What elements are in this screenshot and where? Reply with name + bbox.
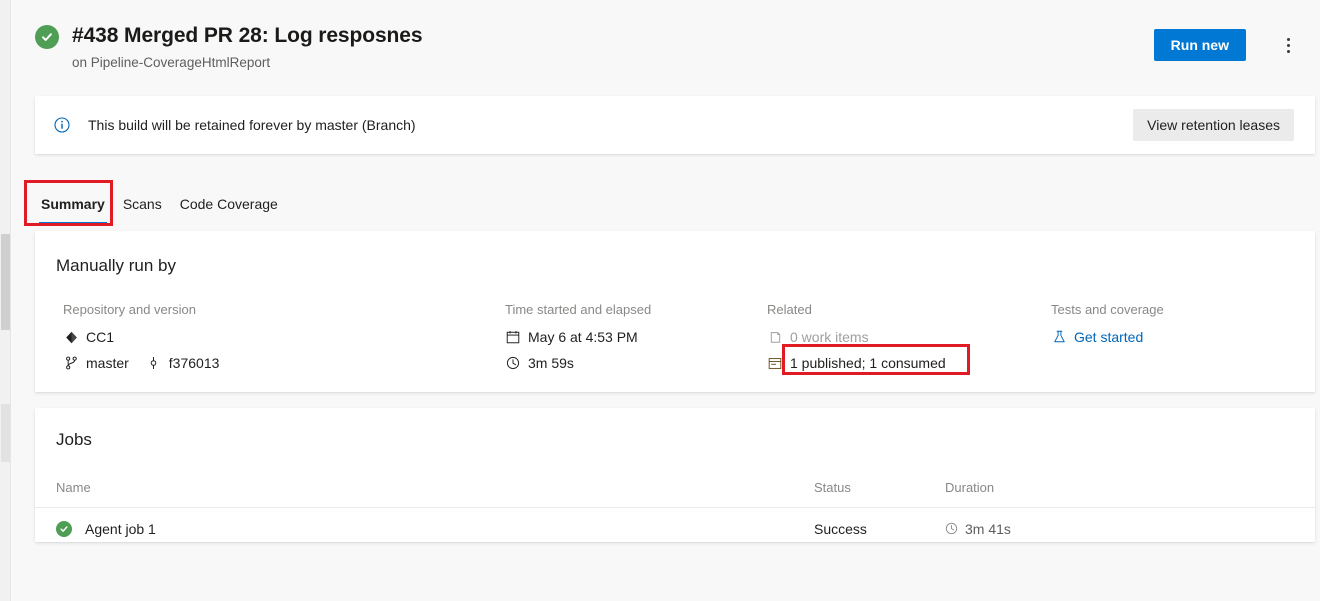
repository-name: CC1: [86, 325, 114, 349]
beaker-icon: [1051, 329, 1067, 345]
tests-column-label: Tests and coverage: [1051, 301, 1291, 319]
kebab-menu-icon[interactable]: [1272, 29, 1304, 61]
column-header-duration: Duration: [945, 480, 1195, 495]
tests-get-started-row[interactable]: Get started: [1051, 325, 1291, 349]
run-new-button[interactable]: Run new: [1154, 29, 1246, 61]
success-check-icon: [35, 25, 59, 49]
tab-summary[interactable]: Summary: [32, 183, 114, 225]
pipeline-name-subtitle: on Pipeline-CoverageHtmlReport: [72, 53, 422, 73]
column-header-status: Status: [814, 480, 945, 495]
jobs-table-header: Name Status Duration: [35, 468, 1315, 508]
azure-repos-icon: [63, 329, 79, 345]
related-column-label: Related: [767, 301, 1051, 319]
view-retention-leases-button[interactable]: View retention leases: [1133, 109, 1294, 141]
table-row[interactable]: Agent job 1 Success 3m 41s: [35, 508, 1315, 549]
repository-column: Repository and version CC1: [35, 301, 505, 375]
branch-commit-row: master f376013: [63, 351, 505, 375]
run-header-info: #438 Merged PR 28: Log resposnes on Pipe…: [35, 22, 422, 73]
clock-icon: [945, 522, 958, 535]
left-navigation-rail: [0, 0, 11, 601]
tab-summary-label: Summary: [41, 196, 105, 212]
artifacts-summary: 1 published; 1 consumed: [790, 351, 946, 375]
page-title: #438 Merged PR 28: Log resposnes: [72, 22, 422, 50]
pipeline-run-page: #438 Merged PR 28: Log resposnes on Pipe…: [0, 0, 1320, 601]
time-column: Time started and elapsed May 6 at 4:53 P…: [505, 301, 767, 375]
summary-card-title: Manually run by: [35, 231, 1315, 277]
elapsed-time: 3m 59s: [528, 351, 574, 375]
job-duration: 3m 41s: [965, 521, 1011, 537]
summary-columns: Repository and version CC1: [35, 301, 1315, 375]
elapsed-time-row: 3m 59s: [505, 351, 767, 375]
clock-icon: [505, 355, 521, 371]
retention-message: This build will be retained forever by m…: [88, 115, 416, 135]
time-column-label: Time started and elapsed: [505, 301, 767, 319]
work-items-count: 0 work items: [790, 325, 869, 349]
success-check-icon: [56, 521, 72, 537]
work-items-row: 0 work items: [767, 325, 1051, 349]
job-duration-cell: 3m 41s: [945, 521, 1195, 537]
retention-message-group: This build will be retained forever by m…: [54, 115, 416, 135]
branch-icon: [63, 355, 79, 371]
start-time-row: May 6 at 4:53 PM: [505, 325, 767, 349]
jobs-card: Jobs Name Status Duration Agent job 1 Su…: [35, 408, 1315, 542]
summary-card: Manually run by Repository and version C…: [35, 231, 1315, 392]
scrollbar-track-segment[interactable]: [1, 404, 10, 462]
start-time: May 6 at 4:53 PM: [528, 325, 638, 349]
tab-code-coverage-label: Code Coverage: [180, 196, 278, 212]
tab-bar: Summary Scans Code Coverage: [32, 183, 287, 225]
job-name-cell: Agent job 1: [35, 521, 814, 537]
scrollbar-thumb[interactable]: [1, 234, 10, 330]
info-icon: [54, 117, 70, 133]
job-name: Agent job 1: [85, 521, 156, 537]
artifacts-row[interactable]: 1 published; 1 consumed: [767, 351, 1051, 375]
job-status: Success: [814, 521, 945, 537]
tab-scans[interactable]: Scans: [114, 183, 171, 225]
tests-get-started-link[interactable]: Get started: [1074, 325, 1143, 349]
related-column: Related 0 work items: [767, 301, 1051, 375]
commit-icon: [146, 355, 162, 371]
tests-column: Tests and coverage Get started: [1051, 301, 1291, 375]
work-item-icon: [767, 329, 783, 345]
calendar-icon: [505, 329, 521, 345]
tab-scans-label: Scans: [123, 196, 162, 212]
repository-name-row[interactable]: CC1: [63, 325, 505, 349]
artifact-icon: [767, 355, 783, 371]
tab-code-coverage[interactable]: Code Coverage: [171, 183, 287, 225]
page-header: #438 Merged PR 28: Log resposnes on Pipe…: [11, 0, 1320, 85]
jobs-table: Name Status Duration Agent job 1 Success: [35, 468, 1315, 549]
retention-banner: This build will be retained forever by m…: [35, 96, 1315, 154]
branch-name[interactable]: master: [86, 351, 129, 375]
column-header-name: Name: [35, 480, 814, 495]
header-actions: Run new: [1154, 29, 1304, 61]
repository-column-label: Repository and version: [63, 301, 505, 319]
commit-hash[interactable]: f376013: [169, 351, 220, 375]
jobs-card-title: Jobs: [35, 408, 1315, 451]
